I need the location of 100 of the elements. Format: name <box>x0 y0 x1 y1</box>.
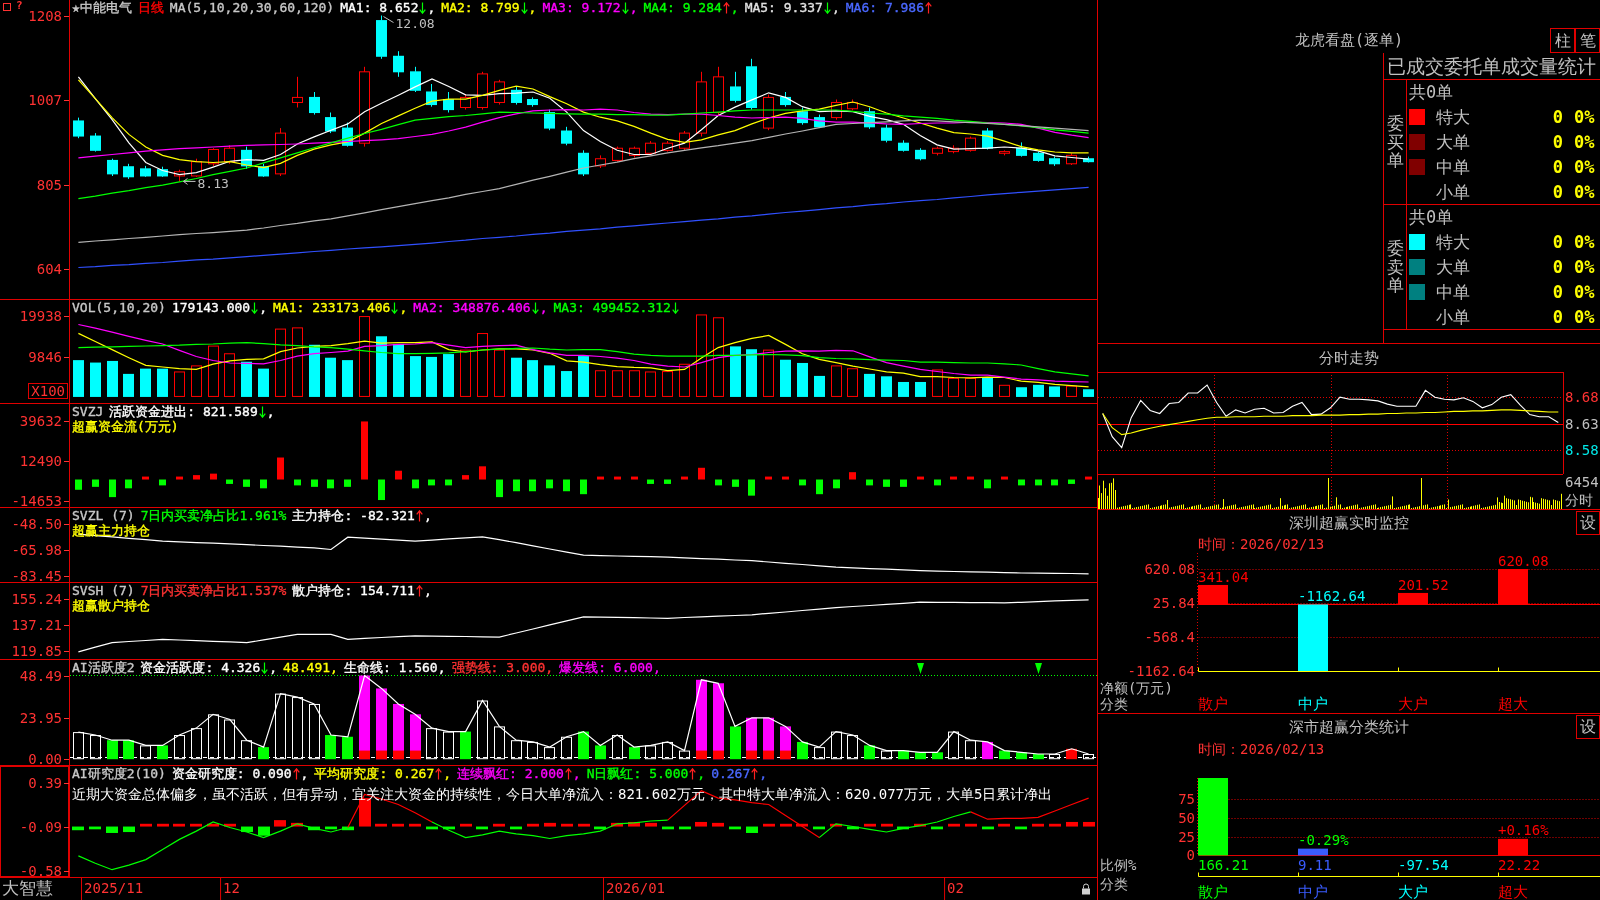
flow-bar <box>479 466 486 480</box>
research-bar <box>695 821 707 827</box>
separator-text: , <box>399 300 408 315</box>
candlestick <box>1083 156 1094 163</box>
indicator-text: MA6: 7.986 <box>845 0 925 15</box>
activity-bar <box>224 719 235 760</box>
research-bar <box>1015 826 1027 830</box>
research-bar <box>763 823 775 827</box>
indicator-text: MA2: 348876.406 <box>413 300 531 315</box>
axis-label: 0.39 <box>28 774 62 791</box>
flow-bar <box>631 476 638 480</box>
candlestick <box>1016 141 1027 158</box>
flow-bar <box>176 476 183 480</box>
axis-label: 50 <box>1178 809 1195 826</box>
flow-bar <box>950 476 957 480</box>
net-amount-bar <box>1398 592 1428 605</box>
indicator-text: MA1: 233173.406 <box>273 300 391 315</box>
settings-button[interactable]: 设 <box>1576 511 1600 535</box>
settings-button[interactable]: 设 <box>1576 715 1600 739</box>
candlestick <box>123 163 134 180</box>
research-bar <box>241 826 253 833</box>
order-total: 共0单 <box>1409 81 1454 104</box>
research-bar <box>291 822 303 827</box>
volume-bar <box>376 336 387 397</box>
activity-bar <box>881 750 892 760</box>
volume-bar <box>595 370 606 397</box>
axis-label: 8.63 <box>1565 415 1599 432</box>
volume-bar <box>881 376 892 397</box>
triangle-marker <box>1035 663 1042 675</box>
flow-bar <box>732 479 739 487</box>
order-share: 0% <box>1574 256 1595 277</box>
indicator-text: MA4: 9.284 <box>643 0 722 15</box>
view-button[interactable]: 柱 <box>1550 28 1575 53</box>
indicator-text: VOL(5,10,20) <box>72 300 166 315</box>
volume-bar <box>1066 385 1077 397</box>
research-bar <box>510 826 522 830</box>
flow-bar <box>142 476 149 480</box>
view-button[interactable]: 笔 <box>1575 28 1600 53</box>
category-label: 中户 <box>1298 883 1328 900</box>
activity-bar <box>157 745 168 760</box>
activity-bar <box>915 752 926 760</box>
research-bar <box>308 826 320 831</box>
candlestick <box>679 130 690 151</box>
candlestick <box>90 132 101 153</box>
volume-bar <box>763 349 774 397</box>
research-bar <box>712 822 724 827</box>
order-type: 小单 <box>1436 306 1470 327</box>
candlestick <box>561 126 572 146</box>
flow-bar <box>799 479 806 486</box>
candlestick <box>460 94 471 111</box>
volume-bar <box>460 349 471 397</box>
research-bar <box>998 823 1010 827</box>
candlestick <box>915 147 926 161</box>
value-label: 9.11 <box>1298 857 1332 873</box>
research-bar <box>173 823 185 827</box>
unit-label: X100 <box>28 383 68 399</box>
activity-bar <box>1083 754 1094 760</box>
flow-bar <box>462 475 469 480</box>
research-bar <box>611 822 623 827</box>
flow-bar <box>428 479 435 486</box>
indicator-text: 179143.000 <box>171 300 251 315</box>
indicator-text: 连续飘红: 2.000 <box>457 766 564 781</box>
candlestick <box>612 146 623 163</box>
volume-bar <box>982 377 993 397</box>
volume-bar <box>612 370 623 397</box>
candlestick <box>410 66 421 93</box>
flow-bar <box>1051 479 1058 486</box>
candlestick <box>275 127 286 177</box>
activity-bar <box>662 741 673 760</box>
order-type: 大单 <box>1436 131 1470 152</box>
activity-bar <box>561 736 572 760</box>
activity-bar <box>342 736 353 760</box>
volume-bar <box>191 365 202 397</box>
research-bar <box>460 823 472 827</box>
flow-bar <box>210 473 217 480</box>
volume-bar <box>494 349 505 397</box>
candlestick <box>595 154 606 169</box>
activity-bar <box>309 703 320 760</box>
activity-bar <box>426 728 437 760</box>
flow-bar <box>260 479 267 489</box>
activity-bar <box>241 740 252 760</box>
volume-bar <box>847 368 858 397</box>
separator-text: , <box>539 300 548 315</box>
order-type: 中单 <box>1436 156 1470 177</box>
candlestick <box>73 117 84 139</box>
order-count: 0 <box>1552 131 1563 152</box>
order-type: 小单 <box>1436 181 1470 202</box>
research-bar <box>914 823 926 827</box>
flow-bar <box>647 479 654 484</box>
research-bar <box>89 826 101 830</box>
activity-bar <box>948 731 959 760</box>
activity-bar <box>629 747 640 760</box>
activity-bar <box>140 745 151 760</box>
flow-bar <box>109 479 116 498</box>
order-share: 0% <box>1574 106 1595 127</box>
value-label: 201.52 <box>1398 576 1449 593</box>
research-bar <box>948 823 960 827</box>
order-share: 0% <box>1574 131 1595 152</box>
volume-bar <box>999 384 1010 397</box>
date-label: 02 <box>943 878 964 900</box>
